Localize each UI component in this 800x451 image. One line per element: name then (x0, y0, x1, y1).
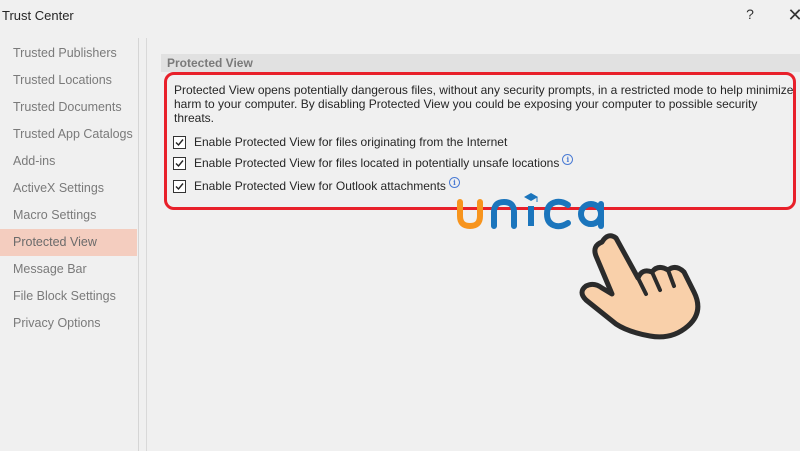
sidebar-item-privacy-options[interactable]: Privacy Options (0, 310, 137, 337)
section-title: Protected View (161, 54, 800, 72)
sidebar-item-trusted-locations[interactable]: Trusted Locations (0, 67, 137, 94)
help-button[interactable]: ? (742, 6, 758, 26)
option-label: Enable Protected View for Outlook attach… (194, 179, 446, 193)
trust-center-dialog: Trust Center ? ✕ Trusted Publishers Trus… (0, 0, 800, 451)
checkbox-unsafe-locations[interactable] (173, 156, 186, 170)
info-icon[interactable]: i (562, 153, 574, 165)
protected-view-description: Protected View opens potentially dangero… (174, 83, 794, 125)
sidebar-item-trusted-app-catalogs[interactable]: Trusted App Catalogs (0, 121, 137, 148)
option-label: Enable Protected View for files originat… (194, 135, 508, 149)
option-unsafe-locations[interactable]: Enable Protected View for files located … (173, 153, 773, 171)
sidebar-item-macro-settings[interactable]: Macro Settings (0, 202, 137, 229)
sidebar-item-file-block-settings[interactable]: File Block Settings (0, 283, 137, 310)
close-button[interactable]: ✕ (786, 5, 800, 25)
option-internet-files[interactable]: Enable Protected View for files originat… (173, 134, 773, 150)
checkbox-outlook-attachments[interactable] (173, 179, 186, 193)
sidebar-item-activex-settings[interactable]: ActiveX Settings (0, 175, 137, 202)
sidebar-item-trusted-publishers[interactable]: Trusted Publishers (0, 40, 137, 67)
window-title: Trust Center (2, 8, 74, 23)
info-icon[interactable]: i (448, 176, 460, 188)
sidebar-item-trusted-documents[interactable]: Trusted Documents (0, 94, 137, 121)
option-label: Enable Protected View for files located … (194, 156, 560, 170)
title-bar: Trust Center ? ✕ (0, 0, 800, 32)
sidebar-item-protected-view[interactable]: Protected View (0, 229, 137, 256)
sidebar: Trusted Publishers Trusted Locations Tru… (0, 38, 139, 451)
sidebar-item-add-ins[interactable]: Add-ins (0, 148, 137, 175)
checkbox-internet-files[interactable] (173, 135, 186, 149)
pointing-hand-icon (579, 233, 701, 340)
sidebar-item-message-bar[interactable]: Message Bar (0, 256, 137, 283)
